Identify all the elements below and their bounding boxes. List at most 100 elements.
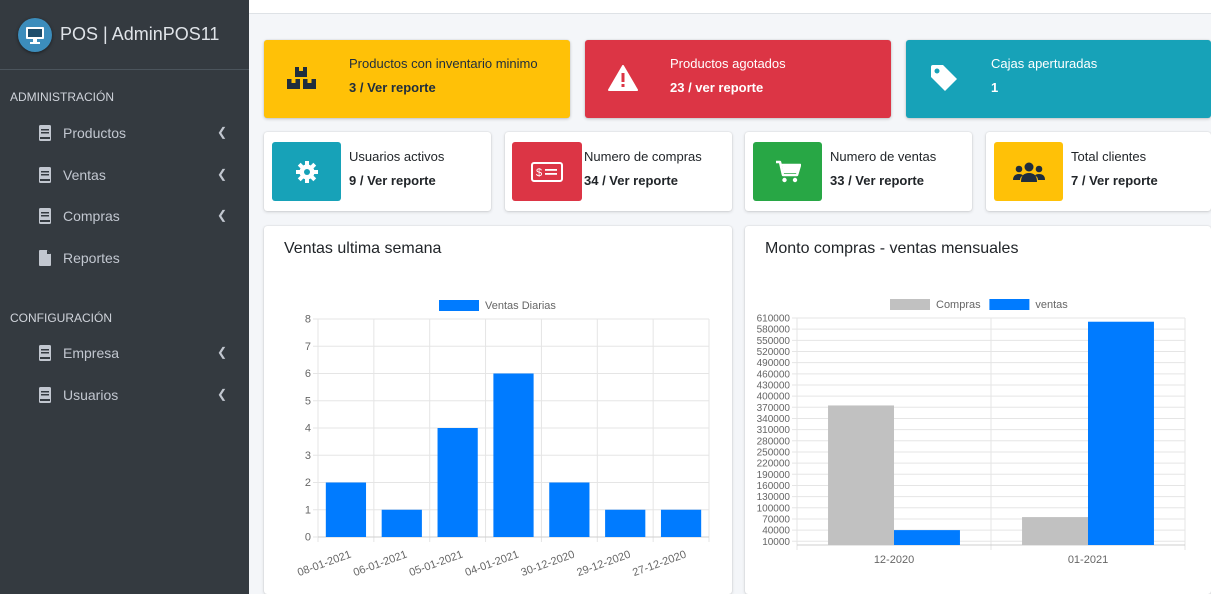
info-box-title: Productos agotados (670, 56, 786, 71)
y-tick-label: 580000 (757, 325, 791, 336)
daily-sales-chart: 0 1 2 3 4 5 6 7 8 08-01-202106-01-202105-01-20210… (296, 300, 710, 580)
sidebar-item-label: Reportes (63, 250, 120, 266)
sidebar-item-compras[interactable]: Compras ❮ (0, 196, 249, 236)
y-tick-label: 610000 (757, 314, 791, 325)
brand-link[interactable]: POS | AdminPOS11 (0, 0, 249, 70)
sidebar-item-usuarios[interactable]: Usuarios ❮ (0, 375, 249, 415)
info-box-title: Numero de ventas (830, 149, 937, 164)
y-tick-label: 0 (305, 532, 311, 544)
sidebar-item-empresa[interactable]: Empresa ❮ (0, 333, 249, 373)
file-icon (39, 250, 51, 266)
info-box-value: 1 (991, 80, 999, 95)
y-tick-label: 5 (305, 395, 311, 407)
info-box-title: Numero de compras (584, 149, 702, 164)
monitor-icon (18, 17, 52, 52)
y-tick-label: 130000 (757, 492, 791, 503)
info-box-title: Cajas aperturadas (991, 56, 1098, 71)
money-bill-icon: $ (512, 142, 582, 201)
y-tick-label: 70000 (762, 514, 790, 525)
nav-header-administracion: ADMINISTRACIÓN (10, 90, 115, 104)
svg-text:$: $ (536, 167, 542, 179)
y-tick-label: 100000 (757, 503, 791, 514)
y-tick-label: 280000 (757, 436, 791, 447)
info-box-value[interactable]: 23 / ver reporte (670, 80, 763, 95)
bar-ventas (1088, 321, 1154, 545)
x-tick-label: 01-2021 (1068, 554, 1108, 566)
info-box-cajas-aperturadas[interactable]: Cajas aperturadas 1 (906, 40, 1211, 118)
x-tick-label: 12-2020 (874, 554, 914, 566)
info-box-value[interactable]: 7 / Ver reporte (1071, 173, 1158, 188)
y-tick-label: 8 (305, 314, 311, 326)
y-tick-label: 310000 (757, 425, 791, 436)
bar-ventas-diarias (437, 428, 478, 537)
y-tick-label: 250000 (757, 447, 791, 458)
sidebar-item-ventas[interactable]: Ventas ❮ (0, 155, 249, 195)
info-box-productos-agotados[interactable]: Productos agotados 23 / ver reporte (585, 40, 891, 118)
y-tick-label: 2 (305, 477, 311, 489)
card-monto-compras-ventas: Monto compras - ventas mensuales 10000 40… (745, 226, 1211, 594)
gear-icon (272, 142, 341, 201)
nav-header-configuracion: CONFIGURACIÓN (10, 311, 112, 325)
sidebar-item-productos[interactable]: Productos ❮ (0, 113, 249, 153)
y-tick-label: 40000 (762, 526, 790, 537)
info-box-title: Usuarios activos (349, 149, 445, 164)
book-icon (39, 167, 51, 183)
info-box-numero-compras[interactable]: $ Numero de compras 34 / Ver reporte (505, 132, 732, 211)
info-box-usuarios-activos[interactable]: Usuarios activos 9 / Ver reporte (264, 132, 491, 211)
bar-ventas (894, 530, 960, 545)
x-tick-label: 06-01-2021 (352, 549, 409, 580)
x-tick-label: 27-12-2020 (631, 549, 688, 580)
x-tick-label: 04-01-2021 (464, 549, 521, 580)
info-box-value[interactable]: 33 / Ver reporte (830, 173, 924, 188)
info-box-numero-ventas[interactable]: Numero de ventas 33 / Ver reporte (745, 132, 972, 211)
x-tick-label: 29-12-2020 (575, 549, 632, 580)
legend-swatch (890, 299, 930, 310)
y-tick-label: 400000 (757, 392, 791, 403)
cart-icon (753, 142, 822, 201)
info-box-value[interactable]: 34 / Ver reporte (584, 173, 678, 188)
info-box-title: Productos con inventario minimo (349, 56, 538, 71)
sidebar-item-label: Usuarios (63, 387, 119, 403)
y-tick-label: 460000 (757, 369, 791, 380)
y-tick-label: 6 (305, 368, 311, 380)
warning-icon (603, 58, 643, 98)
info-box-title: Total clientes (1071, 149, 1147, 164)
book-icon (39, 387, 51, 403)
sidebar-item-reportes[interactable]: Reportes (0, 238, 249, 278)
y-tick-label: 3 (305, 450, 311, 462)
book-icon (39, 125, 51, 141)
chevron-left-icon: ❮ (216, 167, 227, 181)
y-tick-label: 190000 (757, 470, 791, 481)
cubes-icon (282, 58, 322, 98)
y-tick-label: 550000 (757, 336, 791, 347)
bar-ventas-diarias (549, 482, 590, 537)
y-tick-label: 490000 (757, 358, 791, 369)
legend-label: Ventas Diarias (485, 300, 556, 312)
y-tick-label: 430000 (757, 380, 791, 391)
info-box-inventario-minimo[interactable]: Productos con inventario minimo 3 / Ver … (264, 40, 570, 118)
y-tick-label: 220000 (757, 459, 791, 470)
x-tick-label: 05-01-2021 (408, 549, 465, 580)
bar-ventas-diarias (493, 373, 534, 537)
bar-compras (1022, 517, 1088, 545)
chevron-left-icon: ❮ (216, 345, 227, 359)
bar-ventas-diarias (605, 509, 646, 537)
y-tick-label: 340000 (757, 414, 791, 425)
sidebar-item-label: Compras (63, 208, 120, 224)
info-box-total-clientes[interactable]: Total clientes 7 / Ver reporte (986, 132, 1211, 211)
y-tick-label: 160000 (757, 481, 791, 492)
y-tick-label: 10000 (762, 537, 790, 548)
bar-compras (828, 405, 894, 545)
sidebar-item-label: Ventas (63, 167, 106, 183)
tag-icon (924, 58, 964, 98)
info-box-value[interactable]: 9 / Ver reporte (349, 173, 436, 188)
card-ventas-semana: Ventas ultima semana 0 1 2 3 4 5 6 7 8 08-01-2021… (264, 226, 732, 594)
y-tick-label: 4 (305, 423, 311, 435)
info-box-value[interactable]: 3 / Ver reporte (349, 80, 436, 95)
x-tick-label: 30-12-2020 (519, 549, 576, 580)
brand-title: POS | AdminPOS11 (60, 24, 220, 44)
chevron-left-icon: ❮ (216, 387, 227, 401)
top-navbar (249, 0, 1211, 14)
legend-swatch (989, 299, 1030, 310)
y-tick-label: 7 (305, 341, 311, 353)
